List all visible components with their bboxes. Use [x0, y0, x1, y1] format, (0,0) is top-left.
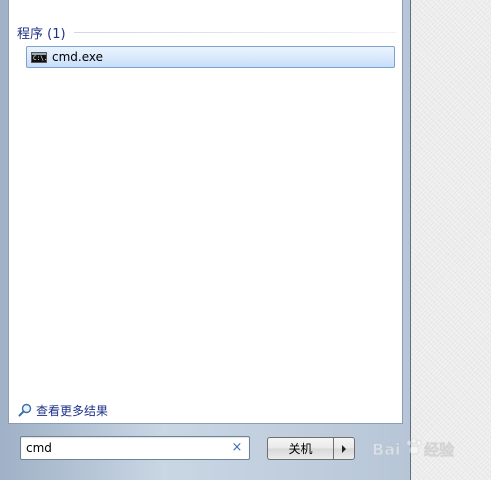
results-group-header: 程序 (1)	[17, 23, 396, 42]
see-more-results-link[interactable]: 查看更多结果	[17, 401, 108, 419]
result-item-label: cmd.exe	[52, 50, 104, 64]
results-group-title: 程序 (1)	[17, 26, 66, 42]
search-input[interactable]	[21, 438, 226, 458]
shutdown-controls: 关机	[267, 437, 355, 460]
start-menu: 程序 (1) C:\. cmd.exe 查看更多结果 × 关机	[0, 0, 411, 480]
svg-text:经验: 经验	[424, 441, 455, 459]
clear-search-icon[interactable]: ×	[231, 441, 243, 455]
result-item-cmd[interactable]: C:\. cmd.exe	[26, 46, 395, 68]
search-box[interactable]: ×	[20, 436, 250, 460]
search-results-pane: 程序 (1) C:\. cmd.exe 查看更多结果	[8, 0, 403, 424]
cmd-icon-text: C:\.	[33, 54, 48, 62]
see-more-label: 查看更多结果	[36, 403, 109, 418]
shutdown-button[interactable]: 关机	[267, 437, 333, 460]
start-menu-bottom-bar: × 关机	[8, 424, 403, 474]
magnifier-icon	[18, 403, 32, 417]
group-divider	[73, 31, 396, 33]
shutdown-options-button[interactable]	[333, 437, 355, 460]
cmd-console-icon: C:\.	[31, 51, 48, 63]
chevron-right-icon	[342, 444, 346, 453]
